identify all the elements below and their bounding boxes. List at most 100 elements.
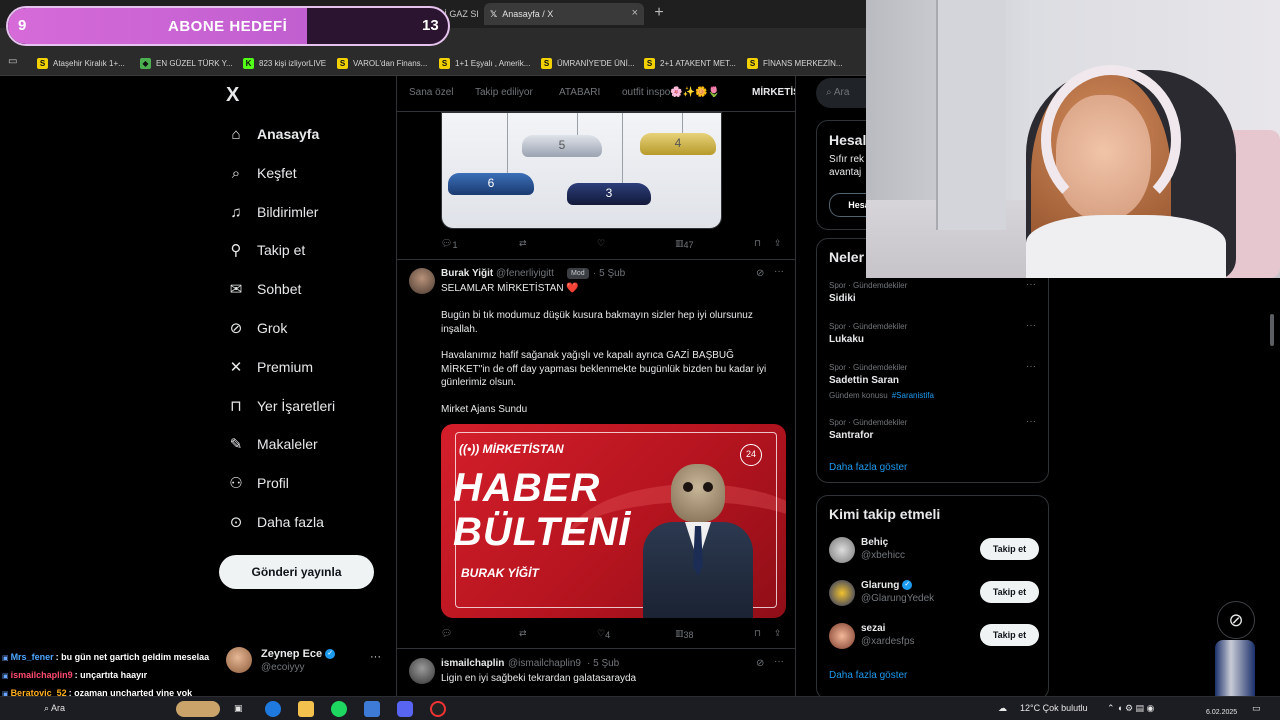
more-icon[interactable]: ··· [370, 651, 381, 663]
reply-button[interactable]: 💬︎ [441, 628, 452, 639]
tab-x-home[interactable]: 𝕏 Anasayfa / X × [484, 3, 644, 25]
discord-icon[interactable] [397, 701, 413, 717]
bookmark-item[interactable]: S 1+1 Eşyalı , Amerik... [439, 55, 530, 71]
post-image-haber-bulteni[interactable]: ((•)) MİRKETİSTAN HABER BÜLTENİ BURAK Yİ… [441, 424, 786, 618]
bookmark-favicon-icon: S [37, 57, 48, 69]
clock-date[interactable]: 6.02.2025 [1206, 709, 1237, 716]
nav-item-3[interactable]: ♫ Bildirimler [226, 198, 318, 226]
weather-text[interactable]: 12°C Çok bulutlu [1020, 703, 1088, 713]
trend-more-icon[interactable]: ··· [1026, 361, 1036, 372]
nav-item-7[interactable]: ✕ Premium [226, 353, 313, 381]
like-button[interactable]: ♡ 4 [597, 628, 610, 640]
scrollbar[interactable] [1270, 314, 1274, 346]
follow-button[interactable]: Takip et [980, 624, 1039, 646]
share-icon[interactable]: ⇪ [774, 628, 782, 639]
share-icon[interactable]: ⇪ [774, 238, 782, 249]
search-input[interactable]: ⌕ Ara [816, 78, 866, 108]
post-author-name[interactable]: ismailchaplin [441, 658, 504, 669]
chat-username: ismailchaplin9 [10, 670, 73, 680]
trend-more-icon[interactable]: ··· [1026, 279, 1036, 290]
x-logo-icon[interactable]: X [226, 84, 239, 107]
nav-item-label: Grok [257, 320, 288, 336]
bookmark-item[interactable]: K 823 kişi izliyorLIVE [243, 55, 326, 71]
trend-name[interactable]: Santrafor [829, 430, 873, 441]
premium-card-text: Sıfır rek [829, 154, 865, 165]
post-more-icon[interactable]: ··· [774, 266, 784, 277]
tab-atabari[interactable]: ATABARI [559, 87, 600, 98]
views-button[interactable]: ▥ 38 [675, 628, 694, 640]
edge-icon[interactable] [265, 701, 281, 717]
follow-suggestion-name[interactable]: Behiç [861, 537, 888, 548]
grok-icon[interactable]: ⊘ [756, 268, 764, 279]
tab-for-you[interactable]: Sana özel [409, 87, 453, 98]
bookmark-item[interactable]: S FİNANS MERKEZİN... [747, 55, 843, 71]
nav-item-9[interactable]: ✎ Makaleler [226, 430, 318, 458]
nav-item-2[interactable]: ⌕ Keşfet [226, 159, 297, 187]
post-more-icon[interactable]: ··· [774, 656, 784, 667]
avatar[interactable] [409, 268, 435, 294]
grok-icon[interactable]: ⊘ [756, 658, 764, 669]
post-author-handle[interactable]: @fenerliyigitt [496, 268, 554, 279]
post-image-cars[interactable]: 5 4 6 3 [441, 112, 722, 229]
grok-floating-button[interactable]: ⊘ [1217, 601, 1255, 639]
tray-icons[interactable]: ⌃ ◖ ⚙ ▤ ◉ [1107, 703, 1154, 714]
post-date[interactable]: · 5 Şub [587, 658, 619, 669]
trend-hashtag-link[interactable]: #Saranistifa [892, 391, 934, 400]
app-icon[interactable] [364, 701, 380, 717]
post-date[interactable]: · 5 Şub [593, 268, 625, 279]
obs-icon[interactable] [430, 701, 446, 717]
follow-button[interactable]: Takip et [980, 538, 1039, 560]
avatar[interactable] [409, 658, 435, 684]
trend-name[interactable]: Sadettin Saran [829, 375, 899, 386]
nav-item-1[interactable]: ⌂ Anasayfa [226, 120, 319, 148]
repost-button[interactable]: ⇄ [519, 238, 527, 249]
notification-icon[interactable]: ▭ [1252, 703, 1261, 714]
post-text-paragraph: Bugün bi tık modumuz düşük kusura bakmay… [441, 310, 753, 335]
repost-button[interactable]: ⇄ [519, 628, 527, 639]
taskbar-search[interactable]: ⌕ Ara [44, 703, 65, 714]
trend-name[interactable]: Sidiki [829, 293, 856, 304]
spotify-icon[interactable] [331, 701, 347, 717]
follow-suggestion-name[interactable]: Glarung ✓ [861, 580, 913, 591]
nav-item-11[interactable]: ⊙ Daha fazla [226, 508, 324, 536]
bookmark-item[interactable]: S 2+1 ATAKENT MET... [644, 55, 736, 71]
bookmark-icon[interactable]: ⊓ [754, 628, 761, 639]
follow-show-more-link[interactable]: Daha fazla göster [829, 670, 907, 681]
taskbar-widget-icon[interactable] [176, 701, 220, 717]
nav-item-4[interactable]: ⚲ Takip et [226, 236, 306, 264]
views-button[interactable]: ▥ 47 [675, 238, 694, 250]
bookmark-icon[interactable]: ⊓ [754, 238, 761, 249]
nav-item-10[interactable]: ⚇ Profil [226, 469, 289, 497]
nav-item-8[interactable]: ⊓ Yer İşaretleri [226, 392, 335, 420]
avatar[interactable] [829, 580, 855, 606]
nav-item-6[interactable]: ⊘ Grok [226, 314, 288, 342]
close-tab-icon[interactable]: × [632, 7, 638, 19]
reply-button[interactable]: 💬︎ 1 [441, 238, 457, 250]
task-view-icon[interactable]: ▣ [234, 703, 243, 714]
avatar[interactable] [829, 537, 855, 563]
tab-following[interactable]: Takip ediliyor [475, 87, 533, 98]
post-author-handle[interactable]: @ismailchaplin9 [508, 658, 581, 669]
follow-button[interactable]: Takip et [980, 581, 1039, 603]
bookmark-item[interactable]: S VAROL'dan Finans... [337, 55, 427, 71]
trend-more-icon[interactable]: ··· [1026, 320, 1036, 331]
tab-outfit-inspo[interactable]: outfit inspo🌸✨🌼🌷 [622, 87, 720, 98]
post-author-name[interactable]: Burak Yiğit [441, 268, 493, 279]
avatar[interactable] [829, 623, 855, 649]
more-circle-icon: ⊙ [229, 514, 243, 531]
new-tab-button[interactable]: + [650, 3, 668, 23]
trends-show-more-link[interactable]: Daha fazla göster [829, 462, 907, 473]
follow-suggestion-name[interactable]: sezai [861, 623, 885, 634]
bookmarks-menu-icon[interactable]: ▭ [8, 56, 17, 67]
trend-more-icon[interactable]: ··· [1026, 416, 1036, 427]
bookmark-item[interactable]: ◆ EN GÜZEL TÜRK Y... [140, 55, 233, 71]
tab-mirketis[interactable]: MİRKETİS [752, 87, 795, 98]
bookmark-item[interactable]: S Ataşehir Kiralık 1+... [37, 55, 125, 71]
trend-name[interactable]: Lukaku [829, 334, 864, 345]
post-button[interactable]: Gönderi yayınla [219, 555, 374, 589]
account-switcher[interactable]: Zeynep Ece ✓ @ecoiyyy ··· [226, 645, 386, 677]
bookmark-item[interactable]: S ÜMRANİYE'DE ÜNİ... [541, 55, 635, 71]
nav-item-5[interactable]: ✉ Sohbet [226, 275, 302, 303]
like-button[interactable]: ♡ [597, 238, 605, 249]
file-explorer-icon[interactable] [298, 701, 314, 717]
